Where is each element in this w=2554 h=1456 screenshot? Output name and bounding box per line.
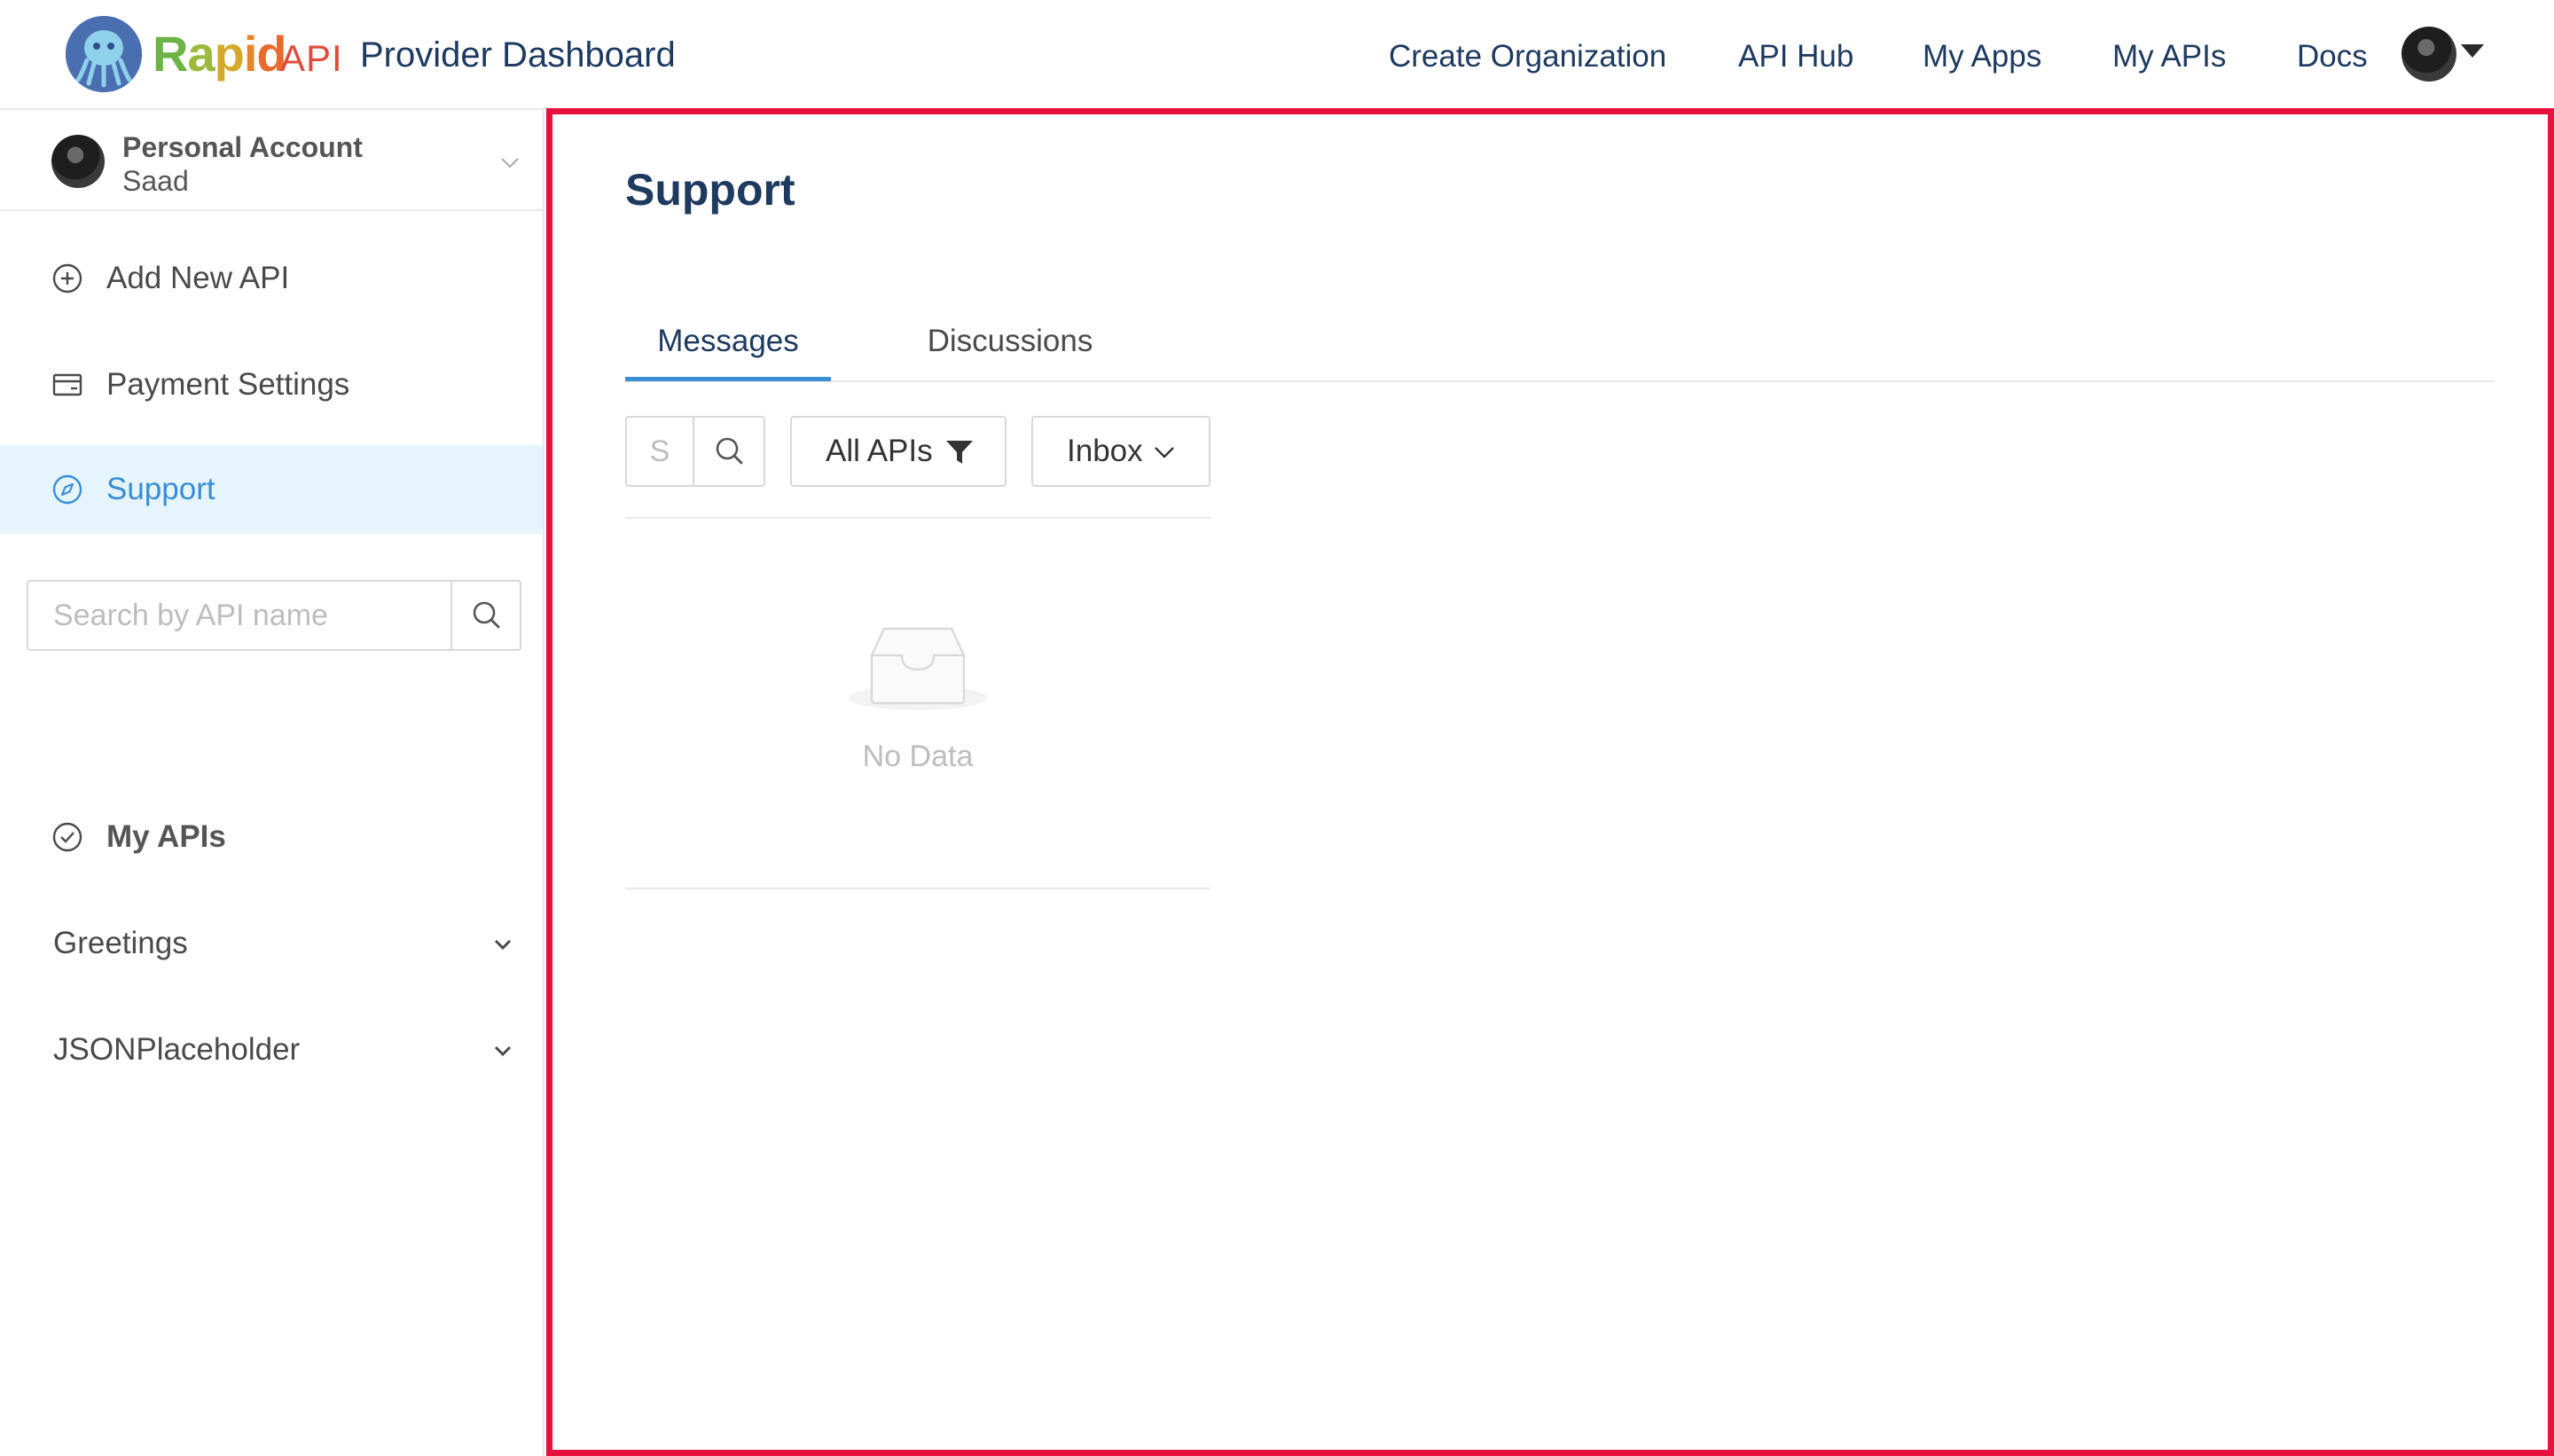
nav-my-apps[interactable]: My Apps (1923, 34, 2041, 80)
page-title: Support (625, 165, 795, 215)
compass-icon (52, 474, 82, 505)
plus-circle-icon (52, 263, 82, 294)
api-filter-label: All APIs (826, 434, 933, 468)
nav-my-apis[interactable]: My APIs (2112, 34, 2226, 80)
api-search-input[interactable] (28, 582, 450, 649)
rapidapi-logo-icon[interactable] (66, 16, 142, 92)
account-avatar (51, 135, 105, 188)
folder-dropdown-label: Inbox (1067, 434, 1143, 468)
nav-api-hub[interactable]: API Hub (1738, 34, 1853, 80)
my-apis-section[interactable]: My APIs (0, 793, 543, 881)
search-icon (716, 437, 743, 465)
logo-letter: a (187, 26, 215, 82)
sidebar-item-add-new-api[interactable]: Add New API (0, 234, 543, 323)
user-menu-caret-icon[interactable] (2461, 44, 2484, 58)
account-name: Saad (122, 165, 189, 197)
search-icon (473, 601, 500, 629)
logo-letter: p (214, 26, 245, 82)
sidebar-item-label: Add New API (106, 261, 290, 295)
check-circle-icon (52, 822, 82, 852)
sidebar-item-support[interactable]: Support (0, 445, 543, 534)
support-tabs: Messages Discussions (625, 301, 2495, 382)
credit-card-icon (52, 373, 82, 396)
message-search-button[interactable] (693, 418, 764, 485)
logo-letter: i (243, 26, 258, 82)
tab-discussions[interactable]: Discussions (907, 301, 1113, 382)
api-search-button[interactable] (450, 582, 520, 649)
chevron-down-icon (1155, 447, 1174, 458)
api-search-box (27, 580, 521, 651)
logo-wordmark[interactable]: Rapid (153, 23, 287, 85)
user-avatar[interactable] (2401, 27, 2456, 82)
logo-letter: R (153, 26, 188, 82)
chevron-down-icon[interactable] (500, 153, 520, 172)
chevron-down-icon[interactable] (491, 933, 514, 956)
tab-messages[interactable]: Messages (625, 301, 831, 382)
nav-create-organization[interactable]: Create Organization (1389, 34, 1666, 80)
account-type: Personal Account (122, 131, 363, 163)
message-list: No Data (625, 517, 1210, 889)
nav-docs[interactable]: Docs (2297, 34, 2368, 80)
api-item-label: Greetings (53, 926, 188, 960)
filter-icon (946, 441, 973, 464)
empty-inbox-icon (849, 627, 987, 710)
sidebar-item-label: Support (106, 472, 215, 506)
support-panel: Support Messages Discussions S All APIs … (546, 108, 2554, 1456)
logo-word: Rapid (153, 26, 287, 82)
account-switcher[interactable]: Personal Account Saad (0, 110, 543, 211)
message-search-box: S (625, 416, 765, 487)
message-search-input[interactable]: S (627, 418, 693, 485)
folder-dropdown[interactable]: Inbox (1031, 416, 1210, 487)
api-filter-button[interactable]: All APIs (790, 416, 1007, 487)
api-item-greetings[interactable]: Greetings (0, 899, 543, 988)
dashboard-title: Provider Dashboard (360, 35, 676, 74)
active-tab-indicator (625, 377, 831, 381)
sidebar-item-label: Payment Settings (106, 367, 350, 402)
sidebar-item-payment-settings[interactable]: Payment Settings (0, 341, 543, 429)
api-item-label: JSONPlaceholder (53, 1032, 301, 1067)
chevron-down-icon[interactable] (491, 1039, 514, 1062)
logo-suffix: API (280, 37, 343, 79)
sidebar: Personal Account Saad Add New API Paymen… (0, 110, 544, 1456)
top-header: Rapid API Provider Dashboard Create Orga… (0, 0, 2554, 110)
my-apis-label: My APIs (106, 819, 226, 854)
empty-state-text: No Data (862, 740, 974, 773)
api-item-jsonplaceholder[interactable]: JSONPlaceholder (0, 1006, 543, 1094)
